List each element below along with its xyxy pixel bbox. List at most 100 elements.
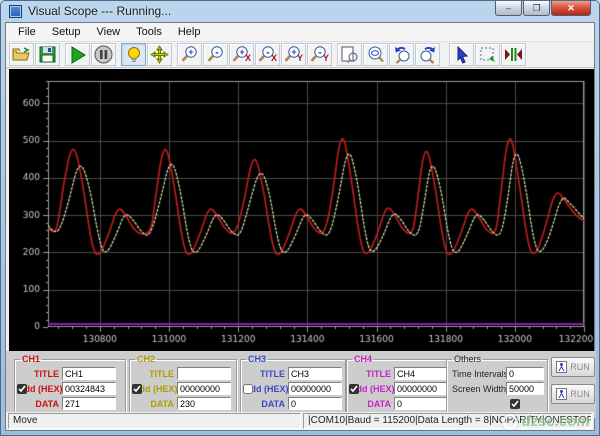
menu-file[interactable]: File: [10, 24, 44, 40]
ch4-add-input[interactable]: [394, 382, 448, 395]
cursor-button[interactable]: [449, 43, 474, 66]
others-panel: Others Time Intervals Screen Width: [446, 354, 548, 414]
pause-icon: [94, 45, 113, 64]
menu-tools[interactable]: Tools: [128, 24, 170, 40]
svg-text:+: +: [239, 47, 244, 57]
run-icon: [556, 361, 568, 373]
channel-panel-ch4: CH4 TITLE Add (HEX) DATA: [346, 354, 452, 414]
select-button[interactable]: [475, 43, 500, 66]
screen-width-input[interactable]: [506, 382, 544, 395]
zoom-in-y-button[interactable]: + Y: [281, 43, 306, 66]
open-button[interactable]: [9, 43, 34, 66]
run-icon: [71, 45, 86, 64]
zoom-in-x-button[interactable]: + X: [229, 43, 254, 66]
ch2-add-input[interactable]: [177, 382, 231, 395]
save-icon: [39, 46, 56, 63]
ch1-data-input[interactable]: [62, 397, 116, 410]
data-label: DATA: [35, 398, 59, 409]
zoom-out-x-icon: -X: [258, 46, 277, 63]
ch4-title-input[interactable]: [394, 367, 448, 380]
run-button-label: RUN: [570, 362, 590, 372]
screen-width-label: Screen Width: [452, 383, 507, 394]
zoom-in-button[interactable]: +: [177, 43, 202, 66]
zoom-undo-button[interactable]: [389, 43, 414, 66]
svg-text:-: -: [266, 47, 270, 59]
zoom-in-y-icon: +Y: [284, 46, 303, 63]
data-label: DATA: [367, 398, 391, 409]
channel-panel-ch2: CH2 TITLE Add (HEX) DATA: [129, 354, 237, 414]
run-icon: [556, 388, 568, 400]
move-icon: [150, 45, 169, 64]
open-icon: [12, 47, 30, 61]
ch2-add-checkbox[interactable]: [132, 383, 142, 394]
others-checkbox[interactable]: [510, 398, 520, 409]
ch2-title-input[interactable]: [177, 367, 231, 380]
zoom-window-icon: [368, 46, 384, 63]
zoom-redo-button[interactable]: [415, 43, 440, 66]
channel-legend: CH4: [354, 354, 373, 364]
channel-panel-ch3: CH3 TITLE Add (HEX) DATA: [240, 354, 346, 414]
bulb-toggle-button[interactable]: [121, 43, 146, 66]
svg-text:Y: Y: [322, 53, 328, 63]
maximize-button[interactable]: ❐: [523, 1, 550, 16]
zoom-redo-icon: [420, 46, 435, 64]
ch2-data-input[interactable]: [177, 397, 231, 410]
bulb-icon: [127, 46, 140, 62]
title-label: TITLE: [366, 368, 391, 379]
select-icon: [480, 47, 495, 62]
ch3-add-input[interactable]: [288, 382, 342, 395]
app-window: Visual Scope --- Running... – ❐ ✕ File S…: [0, 0, 600, 436]
svg-text:+: +: [188, 47, 193, 57]
title-label: TITLE: [149, 368, 174, 379]
channel-panel-ch1: CH1 TITLE Add (HEX) DATA: [14, 354, 126, 414]
ch1-title-input[interactable]: [62, 367, 116, 380]
ch3-add-checkbox[interactable]: [243, 383, 253, 394]
minimize-button[interactable]: –: [495, 1, 522, 16]
title-label: TITLE: [260, 368, 285, 379]
status-serial-config: |COM10|Baud = 115200|Data Length = 8|NOP…: [303, 413, 592, 429]
zoom-out-y-icon: -Y: [310, 46, 329, 63]
zoom-out-x-button[interactable]: -X: [255, 43, 280, 66]
zoom-out-y-button[interactable]: -Y: [307, 43, 332, 66]
channel-legend: CH3: [248, 354, 267, 364]
markers-button[interactable]: [501, 43, 526, 66]
run-button[interactable]: [65, 43, 90, 66]
zoom-out-button[interactable]: -: [203, 43, 228, 66]
channel-legend: CH2: [137, 354, 156, 364]
data-label: DATA: [150, 398, 174, 409]
menu-bar: File Setup View Tools Help: [6, 23, 594, 42]
markers-icon: [505, 48, 522, 61]
menu-setup[interactable]: Setup: [44, 24, 89, 40]
channel-strip: CH1 TITLE Add (HEX) DATA CH2 TITLE Add (…: [6, 351, 596, 418]
time-intervals-input[interactable]: [506, 367, 544, 380]
ch4-data-input[interactable]: [394, 397, 448, 410]
zoom-fit-button[interactable]: [337, 43, 362, 66]
svg-text:-: -: [215, 47, 219, 59]
close-button[interactable]: ✕: [551, 1, 591, 16]
toolbar: + - + X -X + Y -Y: [6, 42, 594, 68]
svg-text:Y: Y: [296, 53, 302, 63]
ch1-add-checkbox[interactable]: [17, 383, 27, 394]
scope-plot[interactable]: [9, 69, 594, 351]
zoom-in-icon: +: [181, 46, 197, 62]
ch3-title-input[interactable]: [288, 367, 342, 380]
run-button-1[interactable]: RUN: [551, 357, 595, 377]
ch4-add-checkbox[interactable]: [349, 383, 359, 394]
save-button[interactable]: [35, 43, 60, 66]
svg-text:X: X: [270, 53, 276, 63]
ch3-data-input[interactable]: [288, 397, 342, 410]
window-title: Visual Scope --- Running...: [28, 4, 172, 18]
channel-legend: CH1: [22, 354, 41, 364]
zoom-window-button[interactable]: [363, 43, 388, 66]
run-button-2[interactable]: RUN: [551, 384, 595, 404]
ch1-add-input[interactable]: [62, 382, 116, 395]
scope-canvas[interactable]: [9, 69, 594, 351]
move-button[interactable]: [147, 43, 172, 66]
title-label: TITLE: [34, 368, 59, 379]
pause-button[interactable]: [91, 43, 116, 66]
cursor-icon: [457, 45, 468, 64]
svg-text:-: -: [318, 47, 322, 59]
menu-help[interactable]: Help: [170, 24, 209, 40]
menu-view[interactable]: View: [88, 24, 128, 40]
title-bar[interactable]: Visual Scope --- Running... – ❐ ✕: [1, 1, 599, 22]
